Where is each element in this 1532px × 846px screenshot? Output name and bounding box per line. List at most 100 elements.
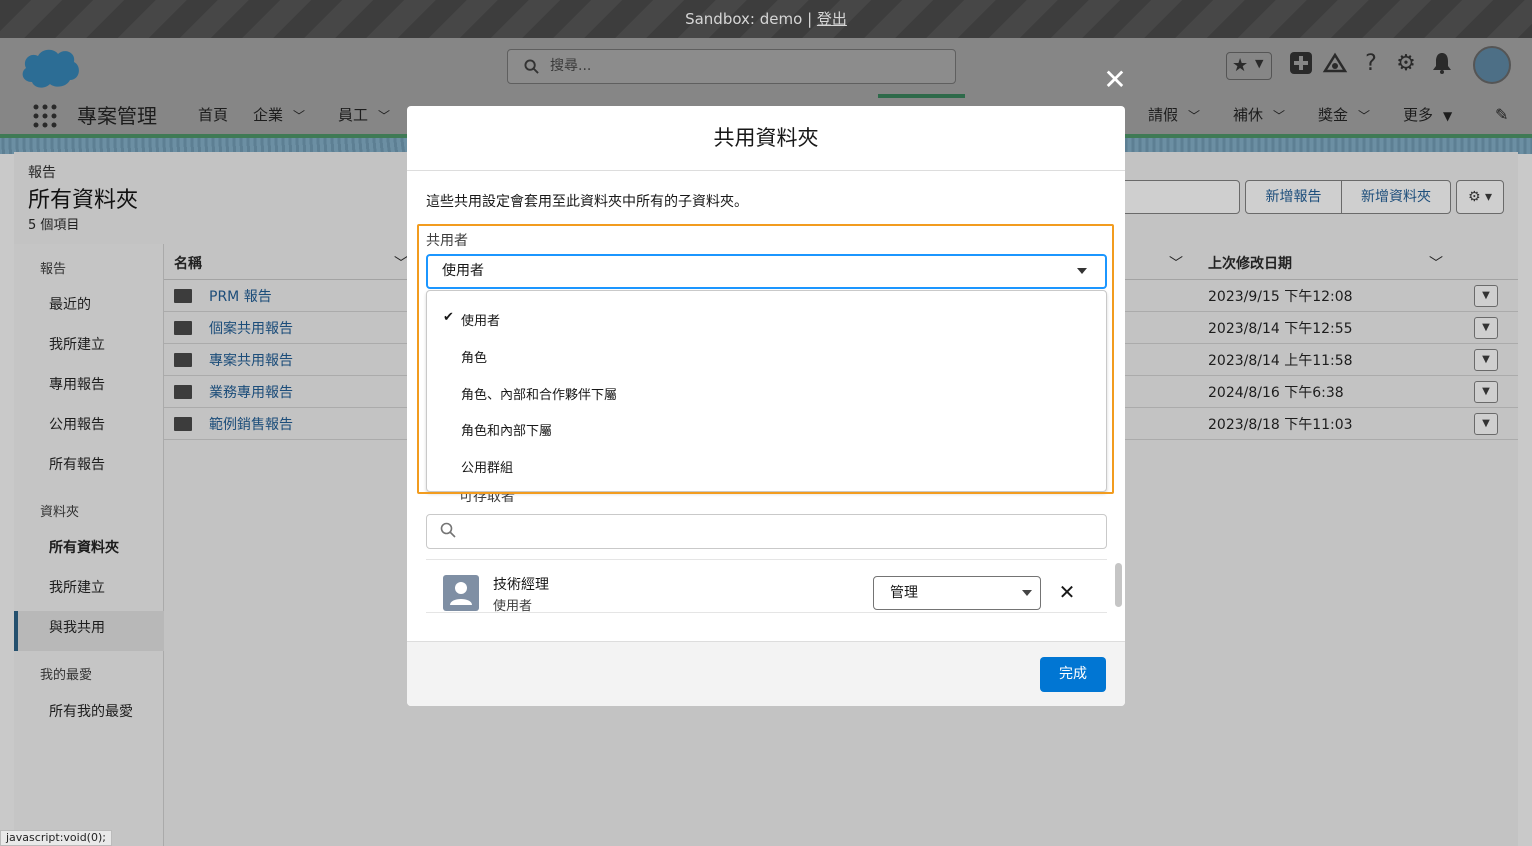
sidebar-item-shared-with-me[interactable]: 與我共用: [49, 617, 105, 637]
star-icon: ★: [1232, 55, 1249, 76]
new-report-button[interactable]: 新增報告: [1245, 180, 1342, 214]
folder-icon: [174, 385, 192, 399]
member-search-input[interactable]: [426, 514, 1107, 549]
caret-down-icon: [1022, 590, 1032, 596]
modified-date: 2023/9/15 下午12:08: [1208, 289, 1353, 305]
gear-icon: ⚙ ▾: [1467, 189, 1493, 205]
modified-date: 2024/8/16 下午6:38: [1208, 385, 1344, 401]
item-count: 5 個項目: [28, 218, 80, 233]
plus-icon[interactable]: [1288, 51, 1314, 77]
row-actions-button[interactable]: ▼: [1474, 317, 1498, 339]
help-icon[interactable]: ?: [1358, 51, 1384, 77]
reports-sidebar: 報告 最近的 我所建立 專用報告 公用報告 所有報告 資料夾 所有資料夾 我所建…: [14, 244, 164, 846]
folder-icon: [174, 353, 192, 367]
nav-item-accounts[interactable]: 企業 ﹀: [253, 105, 305, 126]
row-actions-button[interactable]: ▼: [1474, 381, 1498, 403]
member-type: 使用者: [493, 599, 533, 614]
new-folder-button[interactable]: 新增資料夾: [1341, 180, 1451, 214]
folder-name-link[interactable]: PRM 報告: [209, 286, 272, 306]
nav-item-label: 員工: [338, 106, 369, 124]
waffle-icon[interactable]: [33, 104, 57, 128]
sidebar-item-all-folders[interactable]: 所有資料夾: [49, 537, 119, 557]
sidebar-section-folders: 資料夾: [40, 505, 80, 520]
folder-icon: [174, 321, 192, 335]
settings-menu-button[interactable]: ⚙ ▾: [1456, 180, 1504, 214]
nav-item-more[interactable]: 更多 ▼: [1403, 105, 1452, 126]
search-icon: [524, 59, 539, 74]
nav-active-indicator: [878, 94, 965, 98]
salesforce-cloud-icon[interactable]: [18, 44, 82, 90]
row-actions-button[interactable]: ▼: [1474, 285, 1498, 307]
global-search-input[interactable]: 搜尋...: [507, 49, 956, 84]
sidebar-item-private-reports[interactable]: 專用報告: [49, 374, 105, 394]
sandbox-label: Sandbox: demo |: [685, 10, 817, 28]
favorites-button[interactable]: ★ ▼: [1226, 52, 1272, 80]
gear-icon[interactable]: ⚙: [1393, 51, 1419, 77]
sidebar-item-all-reports[interactable]: 所有報告: [49, 454, 105, 474]
chevron-down-icon[interactable]: ﹀: [293, 106, 305, 126]
nav-item-label: 請假: [1148, 106, 1179, 124]
member-name: 技術經理: [493, 577, 549, 593]
nav-item-label: 更多: [1403, 106, 1434, 124]
edit-icon[interactable]: ✎: [1495, 105, 1508, 125]
access-level-select[interactable]: 管理: [873, 576, 1041, 610]
shared-member-list: 技術經理 使用者 管理 ✕: [426, 559, 1122, 614]
nav-item-employees[interactable]: 員工 ﹀: [338, 105, 390, 126]
modal-description: 這些共用設定會套用至此資料夾中所有的子資料夾。: [426, 194, 748, 210]
status-bar-url: javascript:void(0);: [0, 830, 112, 846]
modified-date: 2023/8/14 上午11:58: [1208, 353, 1353, 369]
folder-name-link[interactable]: 個案共用報告: [209, 318, 293, 338]
nav-item-label: 獎金: [1318, 106, 1349, 124]
search-icon: [440, 522, 456, 538]
nav-item-leave[interactable]: 請假 ﹀: [1148, 105, 1200, 126]
sidebar-item-all-favorites[interactable]: 所有我的最愛: [49, 701, 133, 721]
chevron-down-icon[interactable]: ﹀: [1358, 106, 1370, 126]
share-folder-modal: 共用資料夾 這些共用設定會套用至此資料夾中所有的子資料夾。 可存取者 技術經理 …: [407, 106, 1125, 706]
remove-member-icon[interactable]: ✕: [1057, 582, 1077, 602]
sidebar-item-public-reports[interactable]: 公用報告: [49, 414, 105, 434]
highlight-box: [417, 224, 1114, 494]
user-icon: [443, 575, 479, 611]
folder-icon: [174, 289, 192, 303]
column-header-modified[interactable]: 上次修改日期: [1208, 253, 1292, 273]
chevron-down-icon[interactable]: ﹀: [378, 106, 390, 126]
close-icon[interactable]: ✕: [1101, 66, 1129, 94]
chevron-down-icon[interactable]: ﹀: [1169, 253, 1183, 273]
sidebar-item-recent[interactable]: 最近的: [49, 294, 91, 314]
search-placeholder: 搜尋...: [550, 58, 592, 74]
sidebar-item-folders-created-by-me[interactable]: 我所建立: [49, 577, 105, 597]
folder-icon: [174, 417, 192, 431]
avatar[interactable]: [1473, 46, 1511, 84]
done-button[interactable]: 完成: [1040, 657, 1106, 692]
trailhead-icon[interactable]: [1322, 51, 1348, 77]
sidebar-section-reports: 報告: [40, 262, 67, 277]
modal-title: 共用資料夾: [407, 106, 1125, 171]
chevron-down-icon[interactable]: ﹀: [1429, 253, 1443, 273]
chevron-down-icon[interactable]: ﹀: [1188, 106, 1200, 126]
logout-link[interactable]: 登出: [817, 10, 847, 28]
sidebar-section-favorites: 我的最愛: [40, 668, 93, 683]
nav-item-label: 企業: [253, 106, 284, 124]
scrollbar[interactable]: [1115, 563, 1122, 607]
nav-item-home[interactable]: 首頁: [198, 105, 228, 125]
row-actions-button[interactable]: ▼: [1474, 349, 1498, 371]
nav-item-comp-leave[interactable]: 補休 ﹀: [1233, 105, 1285, 126]
caret-down-icon[interactable]: ▼: [1443, 106, 1452, 126]
nav-item-bonus[interactable]: 獎金 ﹀: [1318, 105, 1370, 126]
breadcrumb: 報告: [28, 165, 56, 181]
folder-name-link[interactable]: 專案共用報告: [209, 350, 293, 370]
folder-name-link[interactable]: 業務專用報告: [209, 382, 293, 402]
nav-item-label: 首頁: [198, 106, 229, 124]
modified-date: 2023/8/18 下午11:03: [1208, 417, 1353, 433]
row-actions-button[interactable]: ▼: [1474, 413, 1498, 435]
nav-item-label: 補休: [1233, 106, 1264, 124]
page-title: 所有資料夾: [28, 188, 139, 213]
chevron-down-icon[interactable]: ﹀: [1273, 106, 1285, 126]
chevron-down-icon[interactable]: ﹀: [394, 253, 408, 273]
sandbox-bar: Sandbox: demo | 登出: [0, 0, 1532, 38]
access-level-value: 管理: [890, 585, 918, 601]
folder-name-link[interactable]: 範例銷售報告: [209, 414, 293, 434]
column-header-name[interactable]: 名稱: [174, 253, 202, 273]
sidebar-item-created-by-me[interactable]: 我所建立: [49, 334, 105, 354]
bell-icon[interactable]: [1429, 51, 1455, 77]
